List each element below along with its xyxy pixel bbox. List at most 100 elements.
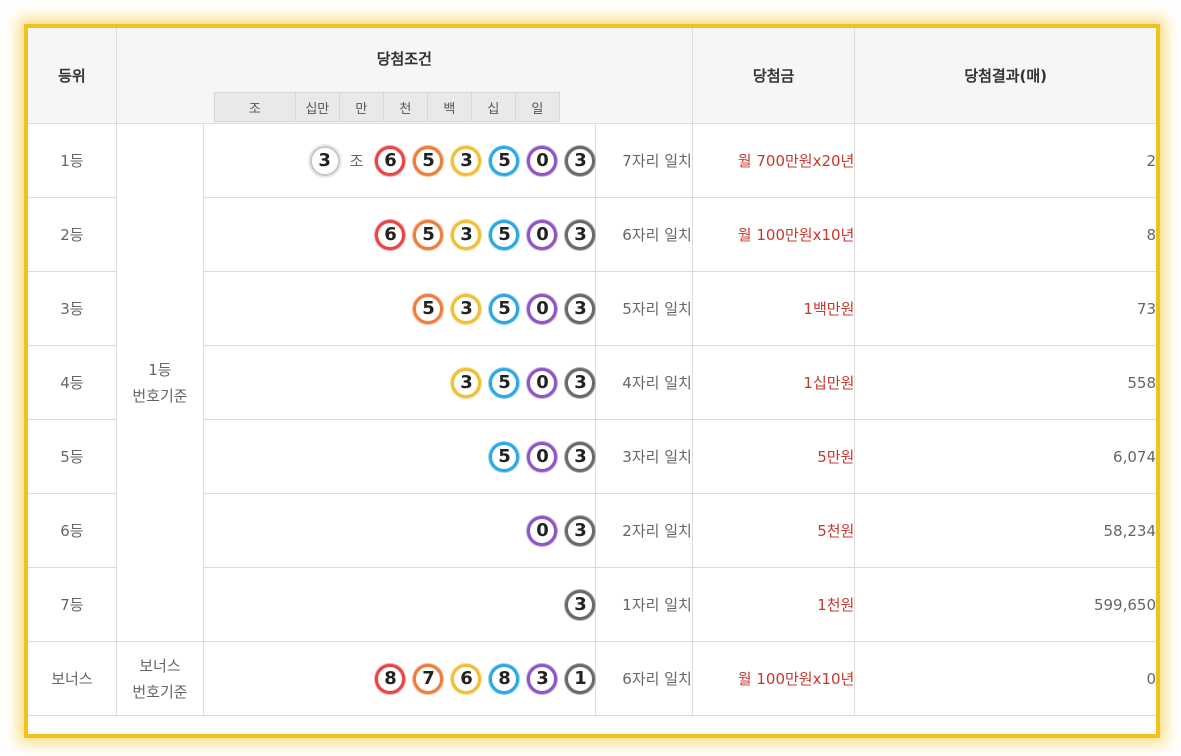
number-ball: 3 [565, 515, 596, 546]
number-ball: 6 [375, 219, 406, 250]
number-ball: 3 [451, 219, 482, 250]
ball-row: 8 7 6 8 3 1 [367, 663, 596, 694]
rank-cell: 6등 [28, 493, 117, 568]
header-result: 당첨결과(매) [854, 28, 1156, 124]
prize-cell: 5천원 [692, 493, 856, 568]
header-prize: 당첨금 [692, 28, 856, 124]
winning-result-table: 등위 당첨조건 조 십만 만 천 백 십 일 당첨금 당첨결과(매) 1등 1등… [28, 28, 1156, 716]
ball-row: 3 5 0 3 [443, 367, 596, 398]
prize-cell: 월 100만원x10년 [692, 641, 856, 716]
rank-cell: 2등 [28, 197, 117, 272]
number-ball: 7 [413, 663, 444, 694]
digit-header-1: 일 [531, 101, 544, 117]
rank-cell: 7등 [28, 567, 117, 642]
number-ball: 5 [489, 367, 520, 398]
match-cell: 1자리 일치 [595, 567, 693, 642]
basis-bonus-line2: 번호기준 [132, 682, 188, 701]
match-cell: 2자리 일치 [595, 493, 693, 568]
header-rank: 등위 [28, 28, 117, 124]
basis-bonus-line1: 보너스 [139, 656, 181, 675]
header-condition-title: 당첨조건 [376, 50, 432, 68]
digit-header-jo: 조 [215, 93, 296, 121]
number-ball: 8 [375, 663, 406, 694]
count-cell: 8 [854, 197, 1156, 272]
count-cell: 558 [854, 345, 1156, 420]
rank-cell: 4등 [28, 345, 117, 420]
number-ball: 3 [451, 367, 482, 398]
count-cell: 73 [854, 271, 1156, 346]
rank-cell: 1등 [28, 123, 117, 198]
match-cell: 4자리 일치 [595, 345, 693, 420]
number-ball: 1 [565, 663, 596, 694]
digit-header-100: 백 [428, 93, 472, 121]
ball-cell: 5 0 3 [203, 419, 597, 494]
match-cell: 6자리 일치 [595, 641, 693, 716]
basis-first-line2: 번호기준 [132, 386, 188, 405]
table-row-bonus: 보너스 보너스 번호기준 8 7 6 8 3 1 6자리 일치 월 100만원x… [28, 641, 1156, 716]
number-ball: 0 [527, 219, 558, 250]
number-ball: 0 [527, 145, 558, 176]
jo-ball: 3 [309, 145, 340, 176]
number-ball: 5 [413, 219, 444, 250]
count-cell: 599,650 [854, 567, 1156, 642]
count-cell: 2 [854, 123, 1156, 198]
number-ball: 3 [565, 441, 596, 472]
count-cell: 58,234 [854, 493, 1156, 568]
ball-cell: 6 5 3 5 0 3 [203, 197, 597, 272]
digit-header-10k: 만 [340, 93, 384, 121]
number-ball: 5 [489, 293, 520, 324]
digit-header-1k: 천 [384, 93, 428, 121]
number-ball: 3 [565, 367, 596, 398]
ball-row: 3 [557, 589, 596, 620]
number-ball: 6 [451, 663, 482, 694]
match-cell: 6자리 일치 [595, 197, 693, 272]
rank-cell: 보너스 [28, 641, 117, 716]
number-ball: 3 [565, 145, 596, 176]
number-ball: 5 [413, 293, 444, 324]
basis-cell-bonus: 보너스 번호기준 [116, 641, 205, 716]
ball-cell: 3 [203, 567, 597, 642]
basis-cell-first: 1등 번호기준 [116, 123, 205, 642]
ball-row: 5 3 5 0 3 [405, 293, 596, 324]
ball-cell: 3 조 6 5 3 5 0 3 [203, 123, 597, 198]
prize-cell: 월 100만원x10년 [692, 197, 856, 272]
ball-cell: 3 5 0 3 [203, 345, 597, 420]
number-ball: 5 [413, 145, 444, 176]
count-cell: 0 [854, 641, 1156, 716]
number-ball: 0 [527, 367, 558, 398]
header-condition: 당첨조건 조 십만 만 천 백 십 일 [116, 28, 693, 124]
digit-place-headers: 조 십만 만 천 백 십 일 [213, 92, 560, 122]
number-ball: 3 [527, 663, 558, 694]
rank-cell: 3등 [28, 271, 117, 346]
ball-row: 3 조 6 5 3 5 0 3 [302, 145, 596, 176]
ball-row: 0 3 [519, 515, 596, 546]
count-cell: 6,074 [854, 419, 1156, 494]
table-row-rank-1: 1등 1등 번호기준 3 조 6 5 3 5 0 3 7자리 일치 월 700만… [28, 123, 1156, 642]
prize-cell: 1천원 [692, 567, 856, 642]
prize-cell: 5만원 [692, 419, 856, 494]
match-cell: 3자리 일치 [595, 419, 693, 494]
number-ball: 3 [565, 589, 596, 620]
digit-header-100k: 십만 [296, 93, 340, 121]
ball-row: 5 0 3 [481, 441, 596, 472]
number-ball: 6 [375, 145, 406, 176]
ball-row: 6 5 3 5 0 3 [367, 219, 596, 250]
number-ball: 0 [527, 515, 558, 546]
digit-header-10: 십 [472, 93, 516, 121]
number-ball: 3 [565, 293, 596, 324]
number-ball: 5 [489, 441, 520, 472]
match-cell: 7자리 일치 [595, 123, 693, 198]
ball-cell: 5 3 5 0 3 [203, 271, 597, 346]
ball-cell: 8 7 6 8 3 1 [203, 641, 597, 716]
number-ball: 5 [489, 145, 520, 176]
number-ball: 8 [489, 663, 520, 694]
number-ball: 5 [489, 219, 520, 250]
prize-cell: 1백만원 [692, 271, 856, 346]
number-ball: 3 [451, 293, 482, 324]
number-ball: 3 [565, 219, 596, 250]
table-header-row: 등위 당첨조건 조 십만 만 천 백 십 일 당첨금 당첨결과(매) [28, 28, 1156, 124]
basis-first-line1: 1등 [148, 360, 172, 379]
number-ball: 0 [527, 441, 558, 472]
prize-cell: 1십만원 [692, 345, 856, 420]
prize-cell: 월 700만원x20년 [692, 123, 856, 198]
